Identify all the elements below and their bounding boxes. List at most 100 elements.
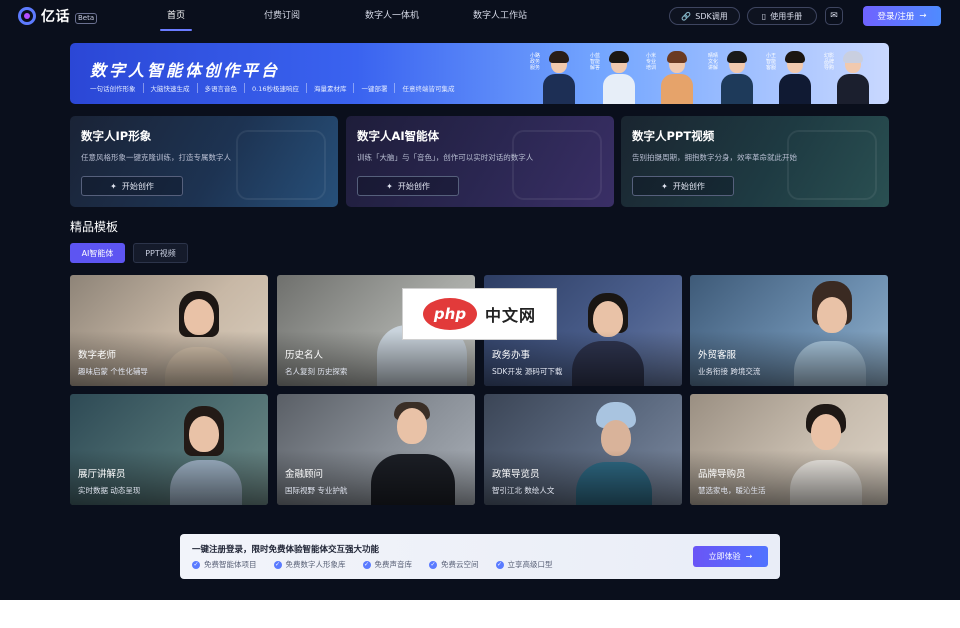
mail-button[interactable]: ✉ — [825, 7, 843, 25]
banner-tag: 任意终端皆可集成 — [402, 85, 455, 93]
template-subtitle: 业务衔接 跨境交流 — [698, 367, 761, 376]
promo-feature-label: 免费云空间 — [441, 560, 479, 569]
check-icon: ✓ — [495, 560, 504, 569]
check-icon: ✓ — [362, 560, 371, 569]
promo-feature-label: 免费声音库 — [374, 560, 413, 569]
promo-feature: ✓ 免费声音库 — [362, 559, 413, 570]
promo-features: ✓ 免费智能体项目 ✓ 免费数字人形象库 ✓ 免费声音库 ✓ 免费云空间 ✓ 立享高级口型 — [192, 559, 553, 570]
template-name: 展厅讲解员 — [78, 469, 126, 480]
header: 亿话 Beta 首页 付费订阅 数字人一体机 数字人工作站 🔗 SDK调用 ▯ … — [0, 0, 960, 32]
banner-avatar — [540, 48, 578, 104]
promo-feature: ✓ 立享高级口型 — [495, 559, 553, 570]
mail-icon: ✉ — [830, 11, 838, 21]
card-ip-avatar[interactable]: 数字人IP形象 任意风格形象一键克隆训练，打造专属数字人 ✦ 开始创作 — [70, 116, 338, 207]
logo-icon — [18, 7, 36, 25]
try-now-button[interactable]: 立即体验 → — [693, 546, 768, 567]
banner-avatar — [658, 48, 696, 104]
button-label: 开始创作 — [397, 181, 430, 191]
sparkle-icon: ✦ — [386, 181, 393, 191]
watermark-logo: php — [422, 298, 477, 330]
nav-home[interactable]: 首页 — [148, 0, 204, 32]
banner-title: 数字人智能体创作平台 — [90, 61, 281, 80]
nav-workstation[interactable]: 数字人工作站 — [441, 0, 559, 32]
nav-subscription[interactable]: 付费订阅 — [221, 0, 343, 32]
template-card[interactable]: 展厅讲解员 实时数据 动态呈现 — [70, 394, 268, 505]
manual-label: 使用手册 — [770, 11, 803, 21]
start-create-button[interactable]: ✦ 开始创作 — [81, 176, 183, 196]
check-icon: ✓ — [429, 560, 437, 569]
template-name: 历史名人 — [285, 350, 324, 361]
button-label: 开始创作 — [672, 181, 705, 191]
template-card[interactable]: 政策导览员 智引江北 数绘人文 — [484, 394, 682, 505]
template-subtitle: 国际视野 专业护航 — [285, 486, 348, 495]
promo-bar: 一键注册登录，限时免费体验智能体交互强大功能 ✓ 免费智能体项目 ✓ 免费数字人形象… — [180, 534, 780, 579]
banner-avatar — [776, 48, 814, 104]
banner-tag: 一句话创作形象 — [90, 83, 144, 93]
banner-tag: 海量素材库 — [307, 83, 355, 93]
template-card[interactable]: 数字老师 趣味启蒙 个性化辅导 — [70, 275, 268, 386]
card-decoration — [787, 130, 877, 200]
start-create-button[interactable]: ✦ 开始创作 — [357, 176, 459, 196]
logo[interactable]: 亿话 Beta — [18, 6, 98, 26]
template-subtitle: 实时数据 动态呈现 — [78, 486, 141, 495]
banner-tag: 大脑快速生成 — [144, 83, 198, 93]
main-nav: 首页 付费订阅 数字人一体机 数字人工作站 — [148, 0, 559, 32]
banner-avatar — [718, 48, 756, 104]
template-subtitle: 慧选家电，暖沁生活 — [698, 486, 766, 495]
avatar-label: 小米 专业培训 — [646, 53, 657, 71]
template-name: 外贸客服 — [698, 350, 737, 361]
avatar-label: 幻影 品牌导购 — [824, 53, 835, 71]
card-decoration — [236, 130, 326, 200]
login-button[interactable]: 登录/注册 → — [863, 6, 941, 26]
promo-feature-label: 免费数字人形象库 — [285, 560, 346, 569]
template-name: 品牌导购员 — [698, 469, 746, 480]
arrow-right-icon: → — [919, 11, 927, 21]
promo-feature-label: 立享高级口型 — [507, 560, 553, 569]
card-ai-agent[interactable]: 数字人AI智能体 训练「大脑」与「音色」，创作可以实时对话的数字人 ✦ 开始创作 — [346, 116, 614, 207]
banner-tag: 一键部署 — [354, 83, 396, 93]
watermark: php 中文网 — [402, 288, 557, 340]
banner-avatars: 小路 政务服务 小蓝 智能解答 小米 专业培训 晴晴 文化讲解 小王 智能客服 … — [530, 43, 889, 104]
banner-tags: 一句话创作形象 大脑快速生成 多语言音色 0.16秒极速响应 海量素材库 一键部… — [90, 83, 461, 93]
start-create-button[interactable]: ✦ 开始创作 — [632, 176, 734, 196]
template-name: 数字老师 — [78, 350, 117, 361]
login-label: 登录/注册 — [877, 12, 915, 22]
manual-button[interactable]: ▯ 使用手册 — [747, 7, 817, 25]
avatar-label: 小路 政务服务 — [530, 53, 541, 71]
banner-avatar — [834, 48, 872, 104]
filter-ai-agent[interactable]: AI智能体 — [70, 243, 125, 263]
promo-feature: ✓ 免费智能体项目 — [192, 559, 257, 570]
promo-feature: ✓ 免费云空间 — [429, 559, 479, 570]
button-label: 开始创作 — [121, 181, 154, 191]
banner-avatar — [600, 48, 638, 104]
link-icon: 🔗 — [681, 11, 692, 21]
promo-feature-label: 免费智能体项目 — [204, 560, 257, 569]
template-subtitle: 名人复刻 历史探索 — [285, 367, 348, 376]
card-ppt-video[interactable]: 数字人PPT视频 告别拍摄周期，拥抱数字分身，效率革命就此开始 ✦ 开始创作 — [621, 116, 889, 207]
banner-tag: 0.16秒极速响应 — [245, 83, 307, 93]
hero-banner[interactable]: 数字人智能体创作平台 一句话创作形象 大脑快速生成 多语言音色 0.16秒极速响… — [70, 43, 889, 104]
templates-title: 精品模板 — [70, 220, 119, 234]
sparkle-icon: ✦ — [661, 181, 668, 191]
template-card[interactable]: 金融顾问 国际视野 专业护航 — [277, 394, 475, 505]
promo-feature: ✓ 免费数字人形象库 — [273, 559, 346, 570]
arrow-right-icon: → — [745, 552, 753, 561]
template-subtitle: SDK开发 源码可下载 — [492, 367, 563, 376]
avatar-label: 晴晴 文化讲解 — [708, 53, 719, 71]
book-icon: ▯ — [761, 11, 767, 21]
template-subtitle: 趣味启蒙 个性化辅导 — [78, 367, 148, 376]
template-card[interactable]: 品牌导购员 慧选家电，暖沁生活 — [690, 394, 888, 505]
check-icon: ✓ — [192, 560, 200, 569]
beta-badge: Beta — [75, 12, 98, 24]
nav-all-in-one[interactable]: 数字人一体机 — [343, 0, 441, 32]
sdk-button[interactable]: 🔗 SDK调用 — [669, 7, 740, 25]
sdk-label: SDK调用 — [695, 11, 728, 21]
template-name: 政务办事 — [492, 350, 531, 361]
template-name: 金融顾问 — [285, 469, 324, 480]
template-card[interactable]: 外贸客服 业务衔接 跨境交流 — [690, 275, 888, 386]
button-label: 立即体验 — [708, 552, 741, 561]
filter-ppt-video[interactable]: PPT视频 — [133, 243, 188, 263]
logo-text: 亿话 — [41, 9, 70, 25]
check-icon: ✓ — [273, 560, 282, 569]
card-decoration — [512, 130, 602, 200]
